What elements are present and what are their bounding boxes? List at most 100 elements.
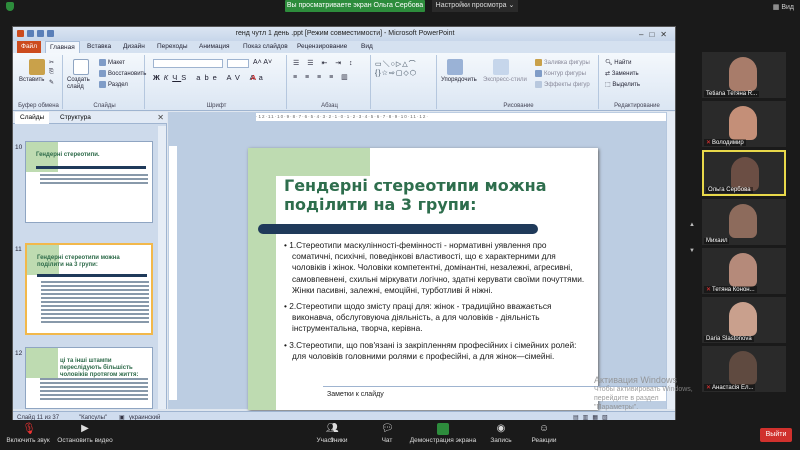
windows-activation-watermark: Активация Windows Чтобы активировать Win…: [594, 375, 693, 412]
format-painter-icon[interactable]: ✎: [49, 79, 54, 86]
current-slide[interactable]: Гендерні стереотипи можна поділити на 3 …: [248, 148, 598, 410]
group-shapes: ▭＼○▷△⌒ {}☆⇨▢◇⬡: [373, 55, 437, 109]
paste-icon[interactable]: [29, 59, 45, 75]
font-grow-icon[interactable]: A˄ A˅: [253, 59, 272, 66]
unmute-button[interactable]: 🎙︎ Включить звук: [4, 423, 52, 444]
effects-icon: [535, 81, 542, 88]
window-controls[interactable]: –□✕: [639, 28, 673, 42]
camera-icon: ▶: [81, 423, 89, 434]
tab-insert[interactable]: Вставка: [83, 41, 115, 53]
paste-button[interactable]: Вставить: [19, 77, 44, 83]
smiley-icon: ☺: [538, 423, 550, 434]
participants-button[interactable]: 👥︎9 Участники: [312, 423, 352, 444]
arrange-button[interactable]: Упорядочить: [441, 77, 477, 83]
group-label: Редактирование: [614, 103, 660, 109]
section-button[interactable]: Раздел: [99, 81, 128, 88]
effects-button[interactable]: Эффекты фигур: [535, 81, 590, 88]
share-banner: Вы просматриваете экран Ольга Сербова: [285, 0, 425, 12]
font-format-buttons[interactable]: ЖКЧS abe AV Aa: [153, 73, 267, 82]
font-color-icon[interactable]: A: [251, 73, 256, 82]
thumbnail-title: Гендерні стереотипи.: [36, 152, 100, 158]
participant-tile[interactable]: ✕Анастасія Ел...: [702, 346, 786, 392]
tab-slides[interactable]: Слайды: [15, 112, 50, 124]
view-button[interactable]: ▦ Вид: [773, 3, 794, 11]
tab-outline[interactable]: Структура: [55, 112, 96, 124]
select-button[interactable]: ⬚ Выделить: [605, 81, 640, 88]
tab-transitions[interactable]: Переходы: [153, 41, 192, 53]
participant-tile[interactable]: Tetiana Тетяна R...: [702, 52, 786, 98]
record-icon: ◉: [496, 423, 506, 434]
participant-name: ✕Анастасія Ел...: [704, 384, 756, 391]
undo-icon[interactable]: [37, 30, 44, 37]
slide-title[interactable]: Гендерні стереотипи можна поділити на 3 …: [284, 176, 584, 214]
participant-name: ✕Тетяна Конон...: [704, 286, 757, 293]
quick-styles-button[interactable]: Экспресс-стили: [483, 77, 527, 83]
vertical-ruler: [169, 146, 177, 400]
font-size-dropdown[interactable]: [227, 59, 249, 68]
slide-thumbnail-11[interactable]: Гендерні стереотипи можна поділити на 3 …: [25, 243, 153, 335]
participant-tile[interactable]: Михаил: [702, 199, 786, 245]
thumbnail-number: 11: [15, 246, 22, 253]
arrange-icon[interactable]: [447, 59, 463, 75]
tab-animation[interactable]: Анимация: [195, 41, 234, 53]
slide-decoration: [248, 148, 370, 176]
editor-scrollbar[interactable]: [666, 112, 675, 409]
ribbon: Вставить ✂ ⎘ ✎ Буфер обмена Создать слай…: [13, 53, 675, 111]
redo-icon[interactable]: [47, 30, 54, 37]
mic-muted-icon: ✕: [706, 287, 712, 293]
reactions-button[interactable]: ☺ Реакции: [526, 423, 562, 444]
chevron-up-icon[interactable]: ▲: [689, 222, 695, 228]
exit-button[interactable]: Выйти: [760, 428, 792, 442]
panel-scrollbar[interactable]: [158, 126, 166, 409]
tab-design[interactable]: Дизайн: [119, 41, 149, 53]
fill-button[interactable]: Заливка фигуры: [535, 59, 590, 66]
stop-video-button[interactable]: ▶ Остановить видео: [56, 423, 114, 444]
binoculars-icon: 🔍︎: [605, 60, 615, 66]
mic-off-icon: 🎙︎: [22, 423, 36, 435]
outline-button[interactable]: Контур фигуры: [535, 70, 586, 77]
save-icon[interactable]: [27, 30, 34, 37]
slide-decoration: [248, 176, 276, 410]
list-icons[interactable]: ☰ ☰ ⇤ ⇥ ↕: [293, 59, 356, 67]
participant-tile[interactable]: ✕Володимир: [702, 101, 786, 147]
slide-thumbnail-10[interactable]: Гендерні стереотипи.: [25, 141, 153, 223]
participant-video: [729, 302, 757, 336]
tab-home[interactable]: Главная: [45, 41, 80, 53]
chevron-down-icon[interactable]: ▼: [689, 248, 695, 254]
chat-button[interactable]: 💬︎ Чат: [372, 423, 402, 444]
tab-file[interactable]: Файл: [17, 41, 41, 53]
slide-title-bar: [258, 224, 538, 234]
tab-view[interactable]: Вид: [357, 41, 377, 53]
font-name-dropdown[interactable]: [153, 59, 223, 68]
copy-icon[interactable]: ⎘: [49, 69, 54, 76]
align-icons[interactable]: ≡ ≡ ≡ ≡ ▥: [293, 73, 351, 81]
new-slide-icon[interactable]: [73, 59, 89, 75]
participant-tile[interactable]: ✕Тетяна Конон...: [702, 248, 786, 294]
slide-thumbnail-12[interactable]: ці та інші штампи переслідують більшість…: [25, 347, 153, 409]
group-paragraph: ☰ ☰ ⇤ ⇥ ↕ ≡ ≡ ≡ ≡ ▥ Абзац: [289, 55, 371, 109]
replace-button[interactable]: ⇄ Заменить: [605, 70, 639, 77]
create-slide-button[interactable]: Создать слайд: [67, 77, 97, 91]
layout-button[interactable]: Макет: [99, 59, 125, 66]
participant-video: [731, 157, 759, 191]
outline-icon: [535, 70, 542, 77]
group-clipboard: Вставить ✂ ⎘ ✎ Буфер обмена: [15, 55, 63, 109]
shapes-gallery[interactable]: ▭＼○▷△⌒ {}☆⇨▢◇⬡: [375, 59, 417, 77]
tab-review[interactable]: Рецензирование: [293, 41, 351, 53]
bullet-point-1: • 1.Стереотипи маскулінності-фемінності …: [284, 240, 585, 295]
record-button[interactable]: ◉ Запись: [486, 423, 516, 444]
share-screen-button[interactable]: Демонстрация экрана: [408, 423, 478, 444]
find-button[interactable]: 🔍︎ Найти: [605, 59, 631, 66]
participant-tile-active[interactable]: Ольга Сербова: [702, 150, 786, 196]
participant-tile[interactable]: Daria Slastonova: [702, 297, 786, 343]
cut-icon[interactable]: ✂: [49, 59, 54, 66]
section-icon: [99, 81, 106, 88]
slide-body[interactable]: • 1.Стереотипи маскулінності-фемінності …: [284, 240, 589, 367]
bullet-point-3: • 3.Стереотипи, що пов'язані із закріпле…: [284, 339, 577, 361]
tab-slideshow[interactable]: Показ слайдов: [239, 41, 292, 53]
view-options-button[interactable]: Настройки просмотра ⌄: [432, 0, 518, 12]
participant-name: Михаил: [704, 238, 730, 244]
reset-button[interactable]: Восстановить: [99, 70, 146, 77]
quick-styles-icon[interactable]: [493, 59, 509, 75]
close-icon[interactable]: ✕: [157, 112, 164, 124]
